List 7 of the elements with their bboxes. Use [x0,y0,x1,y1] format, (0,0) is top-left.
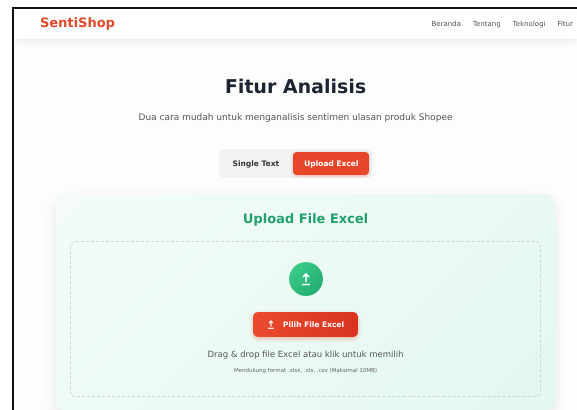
page-title: Fitur Analisis [224,76,366,99]
brand-logo[interactable]: SentiShop [40,14,115,34]
upload-icon [266,320,275,330]
page-subtitle: Dua cara mudah untuk menganalisis sentimen ulasan produk Shopee [138,112,452,123]
card-title: Upload File Excel [242,211,368,230]
drop-hint: Drag & drop file Excel atau klik untuk memilih [207,349,404,362]
upload-icon [288,262,322,296]
